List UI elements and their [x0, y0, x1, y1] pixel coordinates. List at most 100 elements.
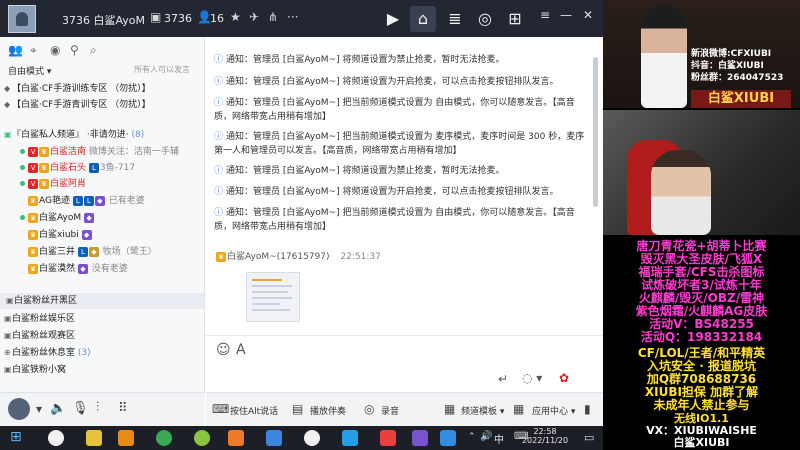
user-row[interactable]: V ♛ 白鲨石头 L 3鱼-717 [18, 160, 214, 176]
channel-row[interactable]: ◆ 【白鲨·CF手游青训专区 （勿扰）】 [4, 97, 200, 113]
user-row[interactable]: ♛ 白鲨xiubi ◆ [28, 227, 224, 243]
play-music-icon[interactable]: ▤ [292, 402, 303, 416]
emoji-icon[interactable]: ☺ [216, 342, 231, 358]
crown-badge-icon: ♛ [28, 246, 38, 257]
equalizer-icon[interactable]: ⫶ [96, 400, 99, 415]
list-icon[interactable]: ≣ [442, 6, 468, 32]
app-icon[interactable] [304, 430, 320, 446]
dialpad-icon[interactable]: ⠿ [118, 401, 128, 416]
user-row[interactable]: V ♛ 白鲨洁南 微博关注：洁南一手辅 [18, 144, 214, 160]
search-icon[interactable]: ⌕ [90, 43, 97, 58]
input-method-indicator[interactable]: 中 [494, 431, 504, 446]
channel-row[interactable]: ▣『白鲨私人频道』 ·非请勿进· (8) [4, 127, 200, 143]
close-icon[interactable]: ✕ [583, 8, 593, 22]
windows-start-icon[interactable]: ⊞ [10, 429, 22, 445]
stream-overlay: 新浪微博:CFXIUBI 抖音：白鲨XIUBI 粉丝群：264047523 白鲨… [603, 0, 800, 450]
purple-badge-icon: ◆ [94, 195, 105, 206]
image-thumbnail[interactable] [246, 272, 300, 322]
app-center-icon[interactable]: ▦ [513, 402, 524, 416]
app-icon[interactable] [412, 430, 428, 446]
chat-message-area: ⓘ 通知：管理员 [白鲨AyoM~] 将频道设置为禁止抢麦，暂时无法抢麦。 ⓘ 通知… [206, 37, 603, 335]
level-badge-icon: L [88, 162, 99, 173]
promo-line: 活动Q：198332184 [640, 330, 763, 344]
channel-row[interactable]: ◆ 【白鲨·CF手游训练专区 （勿扰）】 [4, 81, 200, 97]
info-icon: ⓘ [214, 55, 224, 65]
clock-date: 2022/11/20 [521, 436, 569, 445]
app-icon[interactable] [194, 430, 210, 446]
group-row[interactable]: ⊕白鲨粉丝休息室 (3) [4, 345, 200, 361]
user-row[interactable]: ♛ 白鲨三井 L ◆ 牧场（鹭王） [28, 244, 224, 260]
record-icon[interactable]: ◎ [364, 402, 374, 416]
app-icon[interactable] [266, 430, 282, 446]
app-icon[interactable] [380, 430, 396, 446]
group-row[interactable]: ▣白鲨粉丝观赛区 [4, 328, 200, 344]
speaker-icon[interactable]: 🔈 [50, 401, 66, 416]
footer-line: 白鲨XIUBI [673, 436, 730, 449]
level-badge-icon: L [77, 246, 88, 257]
template-icon[interactable]: ▦ [444, 402, 455, 416]
channel-id-icon: ▣ [150, 10, 162, 24]
search-app-icon[interactable] [48, 430, 64, 446]
app-icon[interactable] [342, 430, 358, 446]
record-button[interactable]: 录音 [381, 404, 399, 417]
user-row[interactable]: V ♛ 白鲨阿肖 [18, 176, 214, 192]
chat-notice: ⓘ 通知：管理员 [白鲨AyoM~] 将频道设置为开启抢麦，可以点击抢麦按钮排队发… [214, 77, 559, 87]
chat-bubble-icon[interactable]: ◌ ▾ [522, 371, 542, 385]
crown-badge-icon: ♛ [28, 229, 38, 240]
user-avatar[interactable] [8, 398, 30, 420]
name-plate: 白鲨XIUBI [691, 90, 791, 108]
user-row[interactable]: ♛ 白鲨漠然 ◆ 没有老婆 [28, 261, 224, 277]
enter-icon[interactable]: ↵ [498, 372, 508, 386]
grid-icon[interactable]: ⊞ [502, 6, 528, 32]
gamepad-icon[interactable]: ◎ [472, 6, 498, 32]
app-icon[interactable] [86, 430, 102, 446]
channel-avatar[interactable] [8, 5, 36, 33]
channel-mode-select[interactable]: 自由模式 ▾ [8, 64, 51, 77]
clock[interactable]: 22:58 2022/11/20 [520, 427, 570, 445]
more-icon[interactable]: ··· [287, 10, 298, 24]
crown-badge-icon: ♛ [28, 263, 38, 274]
function-bar: ⌨ 按住Alt说话 ▤ 播放伴奏 ◎ 录音 ▦ 频道模板 ▾ ▦ 应用中心 ▾ … [206, 392, 603, 427]
volume-icon[interactable]: 🔊 [480, 431, 492, 442]
group-row[interactable]: ▣白鲨粉丝娱乐区 [4, 311, 200, 327]
members-icon[interactable]: 👥 [8, 43, 23, 57]
font-style-icon[interactable]: A [236, 342, 246, 358]
chat-client-window: 3736 白鲨AyoM ▣ 3736 👤 16 ★ ✈ ⋔ ··· ▶ ⌂ ≣ … [0, 0, 603, 427]
crown-badge-icon: ♛ [28, 195, 38, 206]
chat-scrollbar[interactable] [593, 57, 598, 207]
pin-icon[interactable]: ⚲ [70, 43, 79, 57]
home-icon[interactable]: ⌂ [410, 6, 436, 32]
keyboard-icon[interactable]: ⌨ [212, 402, 229, 416]
app-center-button[interactable]: 应用中心 ▾ [532, 404, 575, 417]
browser-icon[interactable] [156, 430, 172, 446]
user-row[interactable]: ♛ 白鲨AyoM ◆ [18, 210, 214, 226]
play-accompaniment-button[interactable]: 播放伴奏 [310, 404, 346, 417]
group-row[interactable]: ▣白鲨铁粉小窝 [4, 362, 200, 378]
app-icon[interactable] [440, 430, 456, 446]
tray-expand-icon[interactable]: ⌃ [468, 432, 476, 442]
microphone-icon[interactable]: 🎙 [72, 401, 89, 416]
flower-icon[interactable]: ✿ [559, 371, 569, 385]
vip-badge-icon: V [28, 178, 38, 189]
user-row[interactable]: ♛ AG艳迹 L L ◆ 已有老婆 [28, 193, 224, 209]
notification-icon[interactable]: ▭ [584, 431, 594, 444]
crown-badge-icon: ♛ [28, 212, 38, 223]
location-icon[interactable]: ⌖ [30, 43, 37, 58]
video-icon[interactable]: ▶ [380, 6, 406, 32]
purple-badge-icon: ◆ [77, 263, 88, 274]
message-input-area[interactable]: ☺ A ↵ ◌ ▾ ✿ [206, 335, 603, 394]
favorite-star-icon[interactable]: ★ [230, 10, 241, 24]
push-to-talk-label[interactable]: 按住Alt说话 [230, 404, 278, 417]
group-row-selected[interactable]: ▣白鲨粉丝开黑区 [0, 293, 204, 309]
crown-badge-icon: ♛ [39, 146, 49, 157]
dropdown-icon[interactable]: ▾ [36, 402, 42, 416]
map-pin-icon[interactable]: ◉ [50, 43, 60, 57]
app-icon[interactable] [228, 430, 244, 446]
menu-icon[interactable]: ≡ [540, 8, 550, 22]
minimize-icon[interactable]: — [560, 8, 572, 22]
channel-template-button[interactable]: 频道模板 ▾ [461, 404, 504, 417]
clock-time: 22:58 [533, 427, 557, 436]
airplane-icon[interactable]: ✈ [249, 10, 259, 24]
share-icon[interactable]: ⋔ [268, 10, 278, 24]
app-icon[interactable] [118, 430, 134, 446]
